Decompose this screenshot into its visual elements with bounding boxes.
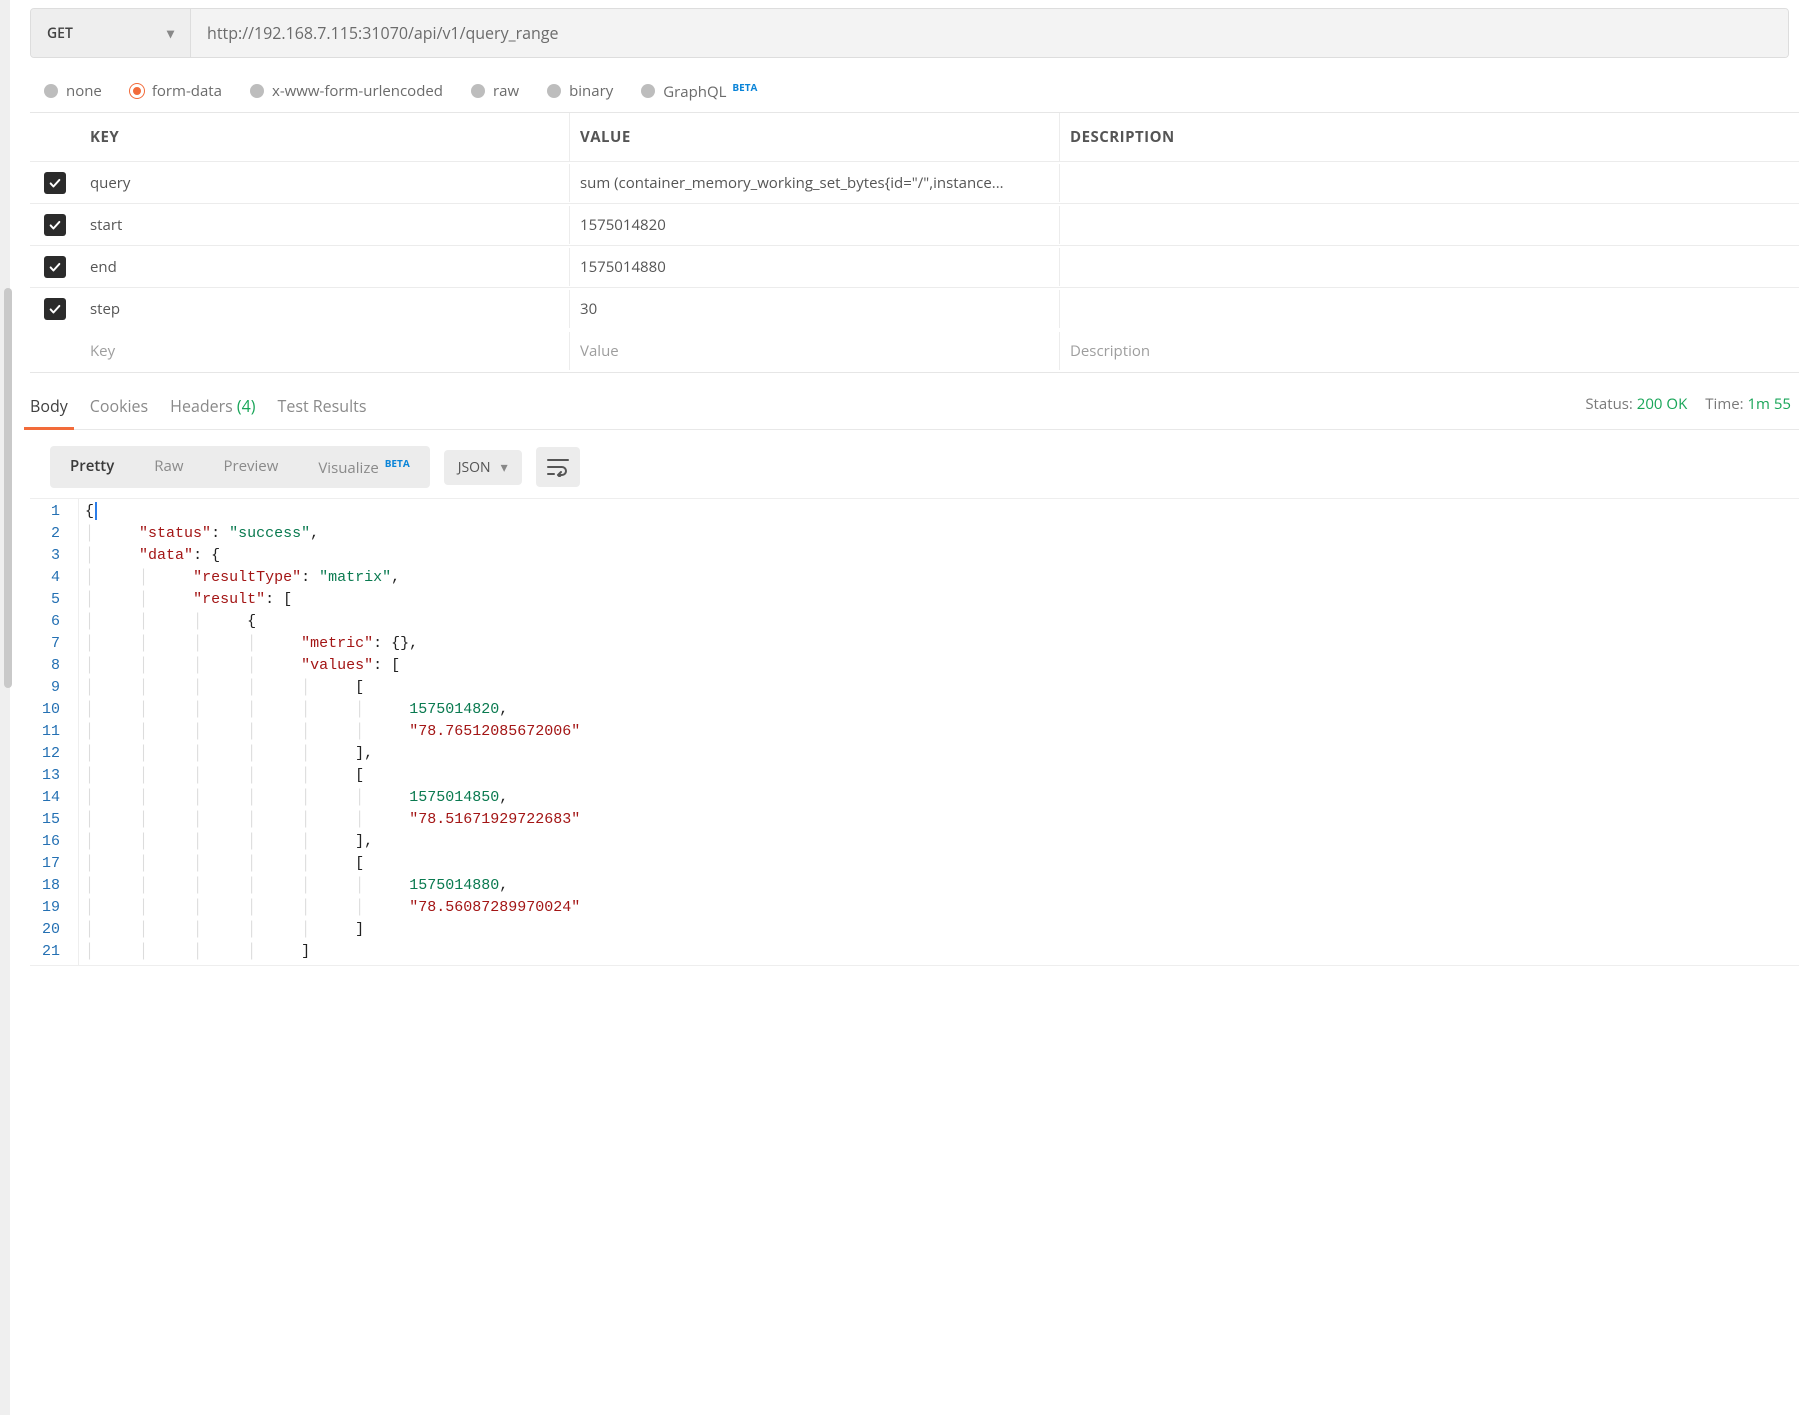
time-label: Time: — [1705, 394, 1743, 414]
param-row: start1575014820 — [30, 204, 1799, 246]
param-key-input[interactable]: step — [80, 290, 570, 328]
body-type-label: form-data — [152, 81, 222, 101]
param-row: end1575014880 — [30, 246, 1799, 288]
body-type-label: none — [66, 81, 102, 101]
view-mode-pretty[interactable]: Pretty — [50, 446, 134, 488]
param-key-input[interactable]: start — [80, 206, 570, 244]
line-gutter: 123456789101112131415161718192021 — [30, 499, 79, 965]
body-type-raw[interactable]: raw — [471, 81, 519, 101]
http-method-dropdown[interactable]: GET ▾ — [31, 9, 191, 57]
param-value-input[interactable]: sum (container_memory_working_set_bytes{… — [570, 164, 1060, 202]
body-type-binary[interactable]: binary — [547, 81, 613, 101]
body-type-none[interactable]: none — [44, 81, 102, 101]
body-type-graphql[interactable]: GraphQL BETA — [641, 80, 757, 102]
param-value-input[interactable]: 1575014880 — [570, 248, 1060, 286]
param-desc-input[interactable] — [1060, 216, 1799, 234]
chevron-down-icon: ▾ — [501, 458, 508, 477]
params-table: KEY VALUE DESCRIPTION querysum (containe… — [30, 112, 1799, 373]
new-desc-input[interactable]: Description — [1060, 332, 1799, 370]
tab-count: (4) — [237, 395, 256, 417]
radio-dot-icon — [130, 84, 144, 98]
scrollbar-track — [0, 0, 10, 1415]
param-desc-input[interactable] — [1060, 258, 1799, 276]
body-type-x-www-form-urlencoded[interactable]: x-www-form-urlencoded — [250, 81, 443, 101]
param-value-input[interactable]: 30 — [570, 290, 1060, 328]
beta-badge: BETA — [732, 80, 757, 94]
tab-body[interactable]: Body — [30, 385, 68, 429]
tab-test-results[interactable]: Test Results — [278, 385, 367, 429]
view-mode-preview[interactable]: Preview — [203, 446, 298, 488]
row-checkbox[interactable] — [44, 256, 66, 278]
response-meta: Status: 200 OK Time: 1m 55 — [1585, 394, 1791, 414]
view-mode-segmented: PrettyRawPreviewVisualize BETA — [50, 446, 430, 488]
tab-cookies[interactable]: Cookies — [90, 385, 148, 429]
radio-dot-icon — [250, 84, 264, 98]
response-tabs-bar: Body Cookies Headers (4) Test Results Statu… — [30, 379, 1799, 430]
body-type-selector: none form-data x-www-form-urlencoded raw bin… — [30, 58, 1799, 112]
param-desc-input[interactable] — [1060, 300, 1799, 318]
col-key: KEY — [80, 113, 570, 161]
lang-label: JSON — [458, 458, 491, 477]
url-input[interactable]: http://192.168.7.115:31070/api/v1/query_… — [191, 9, 1788, 57]
param-desc-input[interactable] — [1060, 174, 1799, 192]
param-row: querysum (container_memory_working_set_b… — [30, 162, 1799, 204]
wrap-lines-button[interactable] — [536, 447, 580, 487]
beta-badge: BETA — [385, 456, 410, 470]
params-new-row: Key Value Description — [30, 330, 1799, 372]
param-value-input[interactable]: 1575014820 — [570, 206, 1060, 244]
body-type-label: raw — [493, 81, 519, 101]
chevron-down-icon: ▾ — [167, 24, 174, 43]
lang-dropdown[interactable]: JSON ▾ — [444, 450, 522, 485]
request-url-bar: GET ▾ http://192.168.7.115:31070/api/v1/… — [30, 8, 1789, 58]
col-value: VALUE — [570, 113, 1060, 161]
tab-headers[interactable]: Headers (4) — [170, 385, 255, 429]
url-value: http://192.168.7.115:31070/api/v1/query_… — [207, 22, 559, 44]
scrollbar-thumb[interactable] — [4, 288, 12, 688]
view-mode-raw[interactable]: Raw — [134, 446, 203, 488]
radio-dot-icon — [641, 84, 655, 98]
col-description: DESCRIPTION — [1060, 113, 1799, 161]
radio-dot-icon — [471, 84, 485, 98]
new-key-input[interactable]: Key — [80, 332, 570, 370]
time-value: 1m 55 — [1747, 394, 1791, 414]
text-caret — [95, 502, 97, 520]
code-content: {│ "status": "success",│ "data": {│ │ "r… — [79, 499, 580, 965]
status-value: 200 OK — [1637, 394, 1687, 414]
wrap-icon — [546, 457, 570, 477]
body-type-label: binary — [569, 81, 613, 101]
response-format-bar: PrettyRawPreviewVisualize BETA JSON ▾ — [30, 430, 1799, 498]
body-type-form-data[interactable]: form-data — [130, 81, 222, 101]
row-checkbox[interactable] — [44, 298, 66, 320]
radio-dot-icon — [44, 84, 58, 98]
body-type-label: GraphQL BETA — [663, 80, 757, 102]
row-checkbox[interactable] — [44, 214, 66, 236]
row-checkbox[interactable] — [44, 172, 66, 194]
param-key-input[interactable]: query — [80, 164, 570, 202]
param-key-input[interactable]: end — [80, 248, 570, 286]
response-body-viewer[interactable]: 123456789101112131415161718192021 {│ "st… — [30, 498, 1799, 966]
new-value-input[interactable]: Value — [570, 332, 1060, 370]
params-header-row: KEY VALUE DESCRIPTION — [30, 113, 1799, 162]
body-type-label: x-www-form-urlencoded — [272, 81, 443, 101]
http-method-label: GET — [47, 24, 73, 43]
status-label: Status: — [1585, 394, 1633, 414]
radio-dot-icon — [547, 84, 561, 98]
view-mode-visualize[interactable]: Visualize BETA — [298, 446, 429, 488]
param-row: step30 — [30, 288, 1799, 330]
